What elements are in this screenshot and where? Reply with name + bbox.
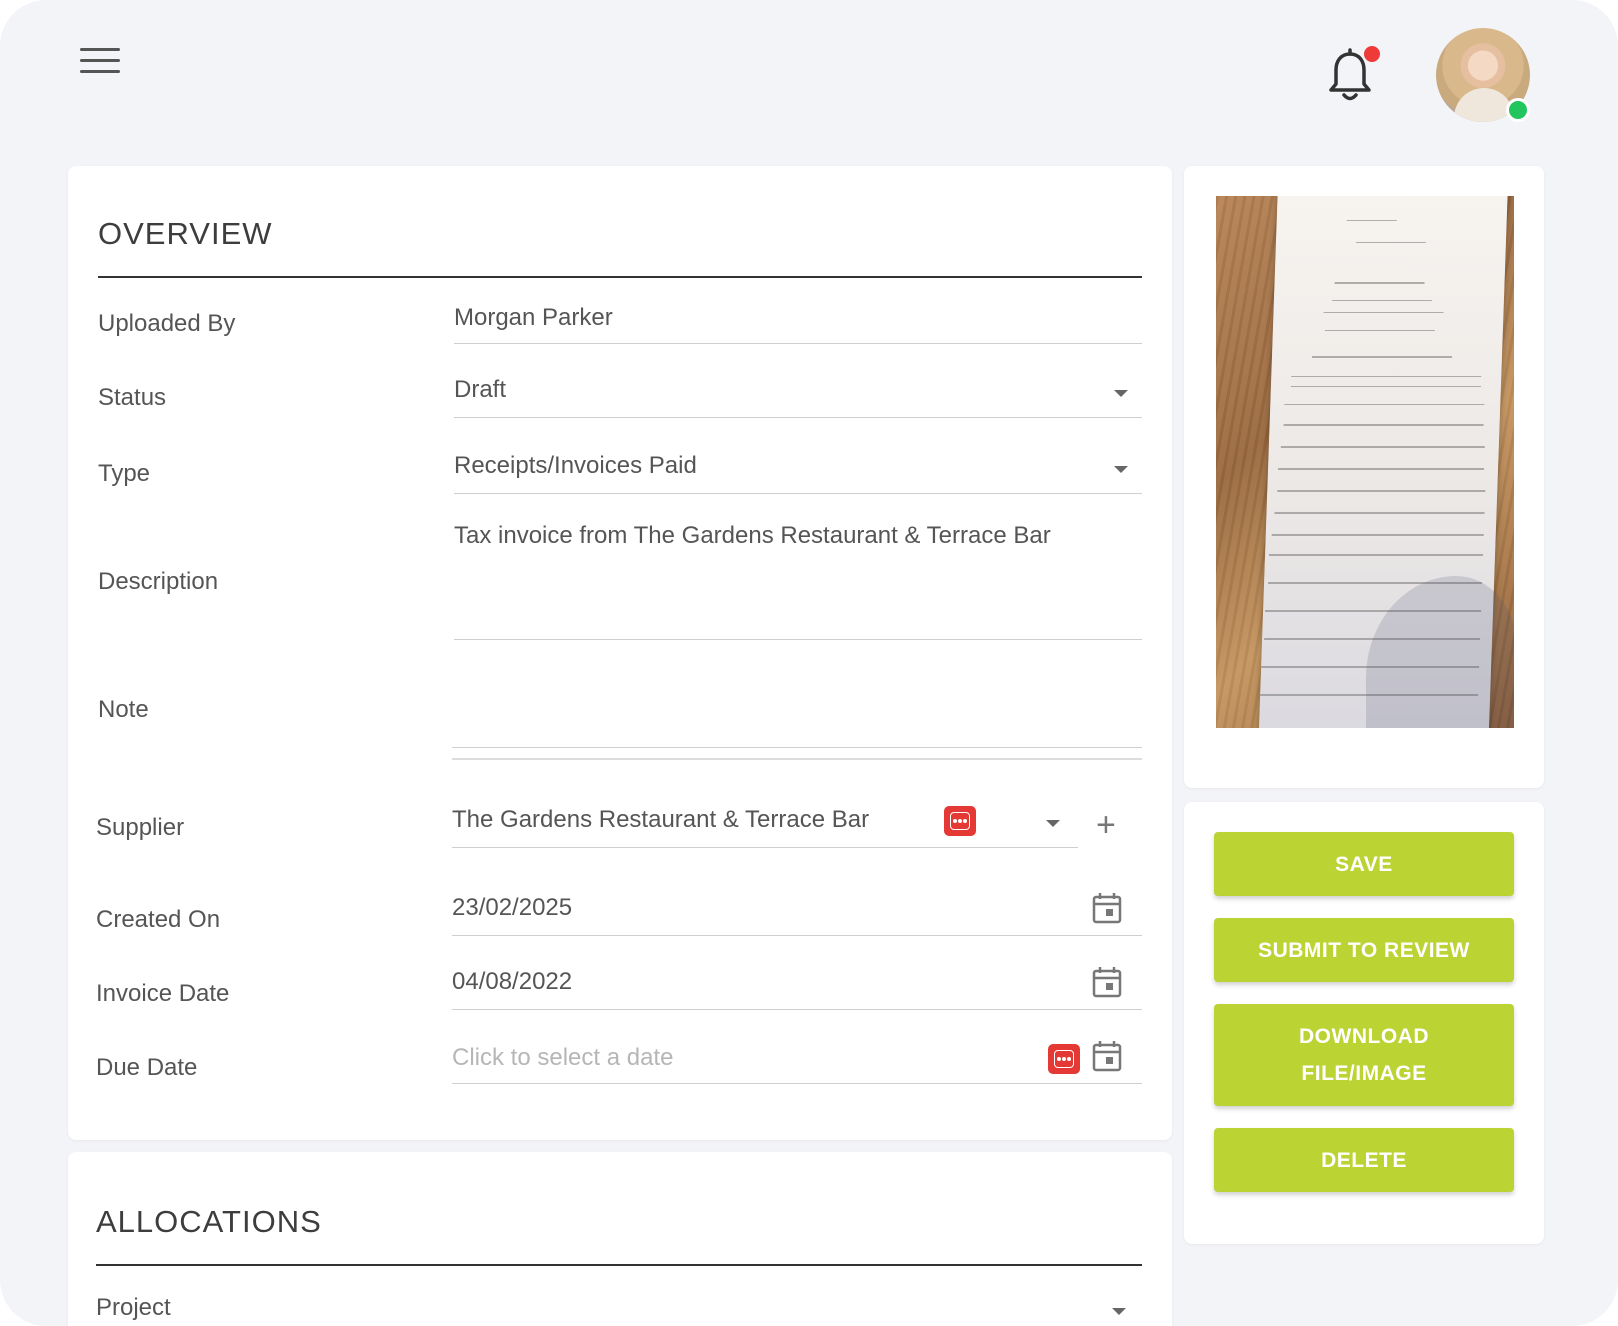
save-button-label: SAVE: [1335, 852, 1393, 876]
supplier-value: The Gardens Restaurant & Terrace Bar: [452, 806, 870, 833]
calendar-icon[interactable]: [1092, 966, 1122, 998]
due-date-placeholder: Click to select a date: [452, 1044, 674, 1071]
download-button-label-line2: FILE/IMAGE: [1301, 1062, 1427, 1085]
allocations-divider: [96, 1264, 1142, 1266]
overview-card: OVERVIEW Uploaded By Morgan Parker Statu…: [68, 166, 1172, 1140]
due-date-label: Due Date: [96, 1054, 198, 1081]
uploaded-by-label: Uploaded By: [98, 310, 236, 337]
description-value: Tax invoice from The Gardens Restaurant …: [454, 522, 1051, 549]
save-button[interactable]: SAVE: [1214, 832, 1514, 896]
note-textarea[interactable]: [452, 660, 1142, 748]
chevron-down-icon[interactable]: [1112, 1308, 1126, 1315]
download-button-label-line1: DOWNLOAD: [1299, 1025, 1429, 1048]
description-label: Description: [98, 568, 219, 595]
calendar-icon[interactable]: [1092, 1040, 1122, 1072]
supplier-label: Supplier: [96, 814, 185, 841]
status-label: Status: [98, 384, 167, 411]
note-label: Note: [98, 696, 149, 723]
type-value: Receipts/Invoices Paid: [454, 452, 697, 479]
allocations-title: ALLOCATIONS: [96, 1204, 322, 1239]
delete-button-label: DELETE: [1321, 1148, 1407, 1172]
delete-button[interactable]: DELETE: [1214, 1128, 1514, 1192]
status-select[interactable]: Draft: [454, 368, 1142, 418]
created-on-value: 23/02/2025: [452, 894, 573, 921]
created-on-field[interactable]: 23/02/2025: [452, 886, 1142, 936]
password-manager-icon[interactable]: [944, 806, 976, 836]
calendar-icon[interactable]: [1092, 892, 1122, 924]
chevron-down-icon[interactable]: [1046, 820, 1060, 827]
password-manager-icon[interactable]: [1048, 1044, 1080, 1074]
receipt-preview-card: [1184, 166, 1544, 788]
uploaded-by-field: Morgan Parker: [454, 296, 1142, 344]
invoice-date-field[interactable]: 04/08/2022: [452, 960, 1142, 1010]
add-supplier-icon[interactable]: +: [1096, 808, 1116, 842]
created-on-label: Created On: [96, 906, 221, 933]
receipt-image[interactable]: [1216, 196, 1514, 728]
online-status-indicator: [1506, 98, 1530, 122]
project-label: Project: [96, 1294, 171, 1321]
type-select[interactable]: Receipts/Invoices Paid: [454, 444, 1142, 494]
submit-button-label: SUBMIT TO REVIEW: [1258, 938, 1470, 962]
invoice-date-label: Invoice Date: [96, 980, 230, 1007]
download-file-button[interactable]: DOWNLOAD FILE/IMAGE: [1214, 1004, 1514, 1106]
hamburger-menu-icon[interactable]: [80, 48, 120, 78]
allocations-card: ALLOCATIONS Project: [68, 1152, 1172, 1326]
overview-divider: [98, 276, 1142, 278]
supplier-select[interactable]: The Gardens Restaurant & Terrace Bar: [452, 798, 1078, 848]
chevron-down-icon[interactable]: [1114, 466, 1128, 473]
overview-title: OVERVIEW: [98, 216, 273, 251]
notification-badge: [1362, 44, 1382, 64]
due-date-field[interactable]: Click to select a date: [452, 1034, 1142, 1084]
uploaded-by-value: Morgan Parker: [454, 304, 613, 331]
invoice-date-value: 04/08/2022: [452, 968, 573, 995]
status-value: Draft: [454, 376, 507, 403]
app-frame: OVERVIEW Uploaded By Morgan Parker Statu…: [0, 0, 1618, 1326]
actions-card: SAVE SUBMIT TO REVIEW DOWNLOAD FILE/IMAG…: [1184, 802, 1544, 1244]
note-divider: [452, 758, 1142, 760]
type-label: Type: [98, 460, 151, 487]
description-textarea[interactable]: Tax invoice from The Gardens Restaurant …: [454, 518, 1142, 640]
submit-to-review-button[interactable]: SUBMIT TO REVIEW: [1214, 918, 1514, 982]
chevron-down-icon[interactable]: [1114, 390, 1128, 397]
